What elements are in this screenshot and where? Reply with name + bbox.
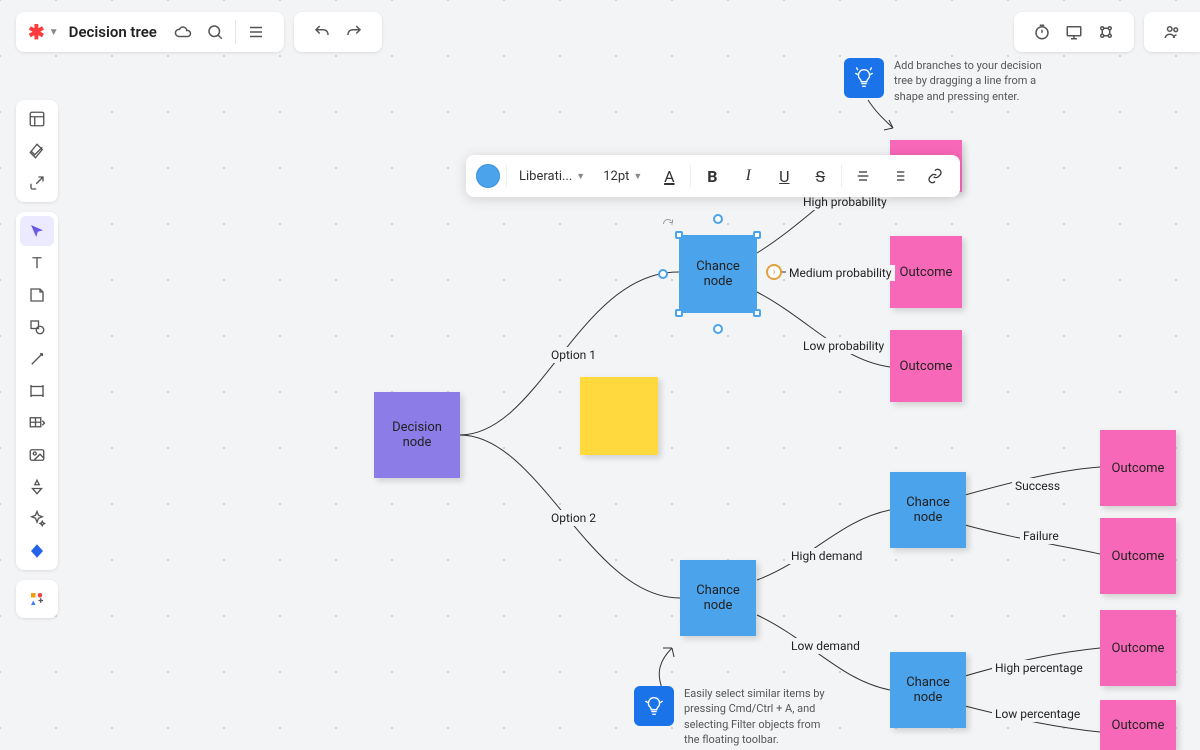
connectors [0,0,1200,736]
format-toolbar: Liberati...▼ 12pt▼ A B I U S [466,155,960,197]
canvas[interactable]: Decision node Chance node › Chance node … [0,0,1200,736]
resize-handle-sw[interactable] [675,309,683,317]
list-icon[interactable] [884,161,914,191]
resize-handle-nw[interactable] [675,231,683,239]
redo-icon[interactable] [338,16,370,48]
outcome-node[interactable]: Outcome [1100,518,1176,594]
sticky-note-tool-icon[interactable] [20,280,54,310]
link-icon[interactable] [920,161,950,191]
sidebar-group-2 [16,212,58,570]
document-title[interactable]: Decision tree [69,23,157,41]
edge-label[interactable]: Option 1 [548,347,599,363]
divider [235,20,236,44]
yellow-sticky[interactable] [580,377,658,455]
edge-label[interactable]: Low probability [800,338,887,354]
edge-label[interactable]: Option 2 [548,510,599,526]
chance-node-4[interactable]: Chance node [890,652,966,728]
text-color-icon[interactable]: A [654,161,684,191]
connection-point-n[interactable] [713,214,723,224]
connector-endpoint-icon[interactable]: › [766,264,782,280]
chance-node-selected[interactable]: Chance node [680,236,756,312]
edge-label[interactable]: Low demand [788,638,863,654]
freehand-tool-icon[interactable] [20,472,54,502]
connection-point-w[interactable] [658,269,668,279]
text-tool-icon[interactable] [20,248,54,278]
outcome-node[interactable]: Outcome [890,330,962,402]
resize-handle-ne[interactable] [753,231,761,239]
outcome-node[interactable]: Outcome [1100,430,1176,506]
app-logo-icon[interactable]: ✱ [28,20,45,44]
timer-icon[interactable] [1026,16,1058,48]
edge-label[interactable]: Success [1012,478,1063,494]
align-icon[interactable] [848,161,878,191]
font-size-select[interactable]: 12pt▼ [597,165,648,188]
lightbulb-icon [844,58,884,98]
italic-icon[interactable]: I [733,161,763,191]
tip-callout-bottom: Easily select similar items by pressing … [634,686,834,748]
sidebar-group-1 [16,100,58,202]
decision-node[interactable]: Decision node [374,392,460,478]
dynamic-table-icon[interactable] [20,408,54,438]
chance-node-2[interactable]: Chance node [680,560,756,636]
tip-text: Easily select similar items by pressing … [684,686,834,748]
chance-node-3[interactable]: Chance node [890,472,966,548]
lightbulb-icon [634,686,674,726]
grid-view-icon[interactable] [1090,16,1122,48]
connection-point-s[interactable] [713,324,723,334]
connector-tool-icon[interactable] [20,536,54,566]
menu-icon[interactable] [240,16,272,48]
image-tool-icon[interactable] [20,440,54,470]
outcome-node[interactable]: Outcome [1100,700,1176,750]
underline-icon[interactable]: U [769,161,799,191]
undo-icon[interactable] [306,16,338,48]
line-tool-icon[interactable] [20,344,54,374]
magic-tool-icon[interactable] [20,504,54,534]
people-icon[interactable] [1156,16,1188,48]
quick-tools-icon[interactable] [20,136,54,166]
strikethrough-icon[interactable]: S [805,161,835,191]
outcome-node[interactable]: Outcome [890,236,962,308]
tip-text: Add branches to your decision tree by dr… [894,58,1044,104]
edge-label[interactable]: Medium probability [786,265,895,281]
app-menu-chevron-icon[interactable]: ▼ [49,27,59,38]
fill-color-swatch[interactable] [476,164,500,188]
view-tools-panel [1014,12,1134,52]
import-icon[interactable] [20,168,54,198]
edge-label[interactable]: High percentage [992,660,1086,676]
frame-tool-icon[interactable] [20,376,54,406]
rotate-handle-icon[interactable] [662,218,674,230]
resize-handle-se[interactable] [753,309,761,317]
collab-panel [1144,12,1200,52]
select-tool-icon[interactable] [20,216,54,246]
templates-icon[interactable] [20,104,54,134]
edge-label[interactable]: Failure [1020,528,1062,544]
outcome-node[interactable]: Outcome [1100,610,1176,686]
edge-label[interactable]: Low percentage [992,706,1083,722]
undo-redo-panel [294,12,382,52]
search-icon[interactable] [199,16,231,48]
more-shapes-icon[interactable] [20,584,54,614]
shape-tool-icon[interactable] [20,312,54,342]
sidebar-group-3 [16,580,58,618]
cloud-sync-icon[interactable] [167,16,199,48]
font-family-select[interactable]: Liberati...▼ [513,165,591,188]
edge-label[interactable]: High demand [788,548,865,564]
tip-callout-top: Add branches to your decision tree by dr… [844,58,1044,104]
header-panel: ✱ ▼ Decision tree [16,12,284,52]
bold-icon[interactable]: B [697,161,727,191]
present-icon[interactable] [1058,16,1090,48]
